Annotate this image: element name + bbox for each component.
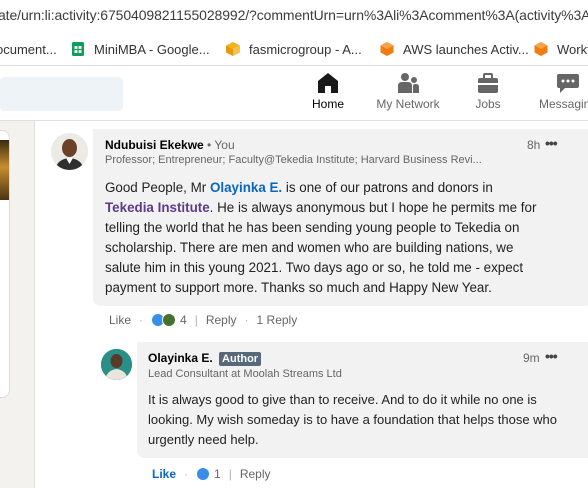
nav-jobs[interactable]: Jobs [448, 72, 528, 118]
comment-actions: Like · 1 | Reply [152, 467, 271, 481]
bookmark-fasmicrogroup[interactable]: fasmicrogroup - A... [225, 40, 362, 58]
mention-link[interactable]: Tekedia Institute [105, 200, 210, 215]
aws-icon [380, 42, 394, 56]
avatar[interactable] [51, 133, 88, 170]
nav-messaging[interactable]: Messaging [528, 72, 588, 118]
comment-author[interactable]: Olayinka E. [148, 351, 213, 365]
text-part: Good People, Mr [105, 180, 210, 195]
author-headline: Lead Consultant at Moolah Streams Ltd [148, 368, 342, 380]
more-options-icon[interactable]: ••• [545, 135, 558, 151]
reaction-count: 4 [180, 313, 187, 327]
url-text[interactable]: ate/urn:li:activity:6750409821155028992/… [0, 7, 588, 23]
more-options-icon[interactable]: ••• [545, 348, 558, 364]
profile-photo [101, 349, 132, 380]
reply-button[interactable]: Reply [206, 313, 237, 327]
comment-author-row: Ndubuisi Ekekwe • You [105, 138, 235, 152]
replies-count-link[interactable]: 1 Reply [257, 313, 298, 327]
comment-author[interactable]: Ndubuisi Ekekwe [105, 138, 204, 152]
address-bar[interactable]: ate/urn:li:activity:6750409821155028992/… [0, 0, 588, 30]
network-icon [398, 73, 419, 93]
comment-actions: Like · 4 | Reply · 1 Reply [109, 313, 297, 327]
comment-text: Good People, Mr Olayinka E. is one of ou… [105, 178, 545, 298]
mention-link[interactable]: Olayinka E. [210, 180, 282, 195]
separator: · [184, 467, 189, 481]
bookmark-label: AWS launches Activ... [403, 41, 529, 57]
avatar[interactable] [101, 349, 132, 380]
reaction-count: 1 [214, 467, 221, 481]
separator: · [139, 313, 144, 327]
nav-label: Jobs [475, 97, 501, 111]
nav-label: Home [311, 97, 344, 111]
sidebar-image [0, 140, 9, 200]
comment-time: 9m [523, 351, 540, 365]
nav-my-network[interactable]: My Network [368, 72, 448, 118]
comment-time: 8h [527, 138, 541, 152]
separator: | [228, 467, 232, 481]
like-button[interactable]: Like [109, 313, 131, 327]
bookmark-minimba[interactable]: MiniMBA - Google... [70, 40, 210, 58]
author-badge: Author [219, 352, 262, 366]
nav-home[interactable]: Home [288, 72, 368, 125]
author-headline: Professor; Entrepreneur; Faculty@Tekedia… [105, 154, 482, 166]
author-relation: • You [207, 138, 235, 152]
reactions-summary[interactable]: 1 [196, 467, 221, 481]
reply-author-row: Olayinka E. Author [148, 351, 262, 366]
aws-icon [534, 42, 548, 56]
profile-photo [51, 133, 88, 170]
nav-label: Messaging [538, 97, 588, 111]
bookmark-document[interactable]: ocument... [0, 40, 57, 58]
home-icon [318, 73, 338, 93]
bookmark-label: Workf [557, 41, 588, 57]
separator: | [194, 313, 198, 327]
like-reaction-icon [196, 467, 211, 481]
celebrate-reaction-icon [162, 313, 177, 327]
bookmark-workf[interactable]: Workf [533, 40, 588, 58]
chat-icon [557, 74, 579, 93]
nav-label: My Network [376, 97, 440, 111]
briefcase-icon [478, 73, 498, 93]
text-part: is one of our patrons and donors in [282, 180, 493, 195]
comment-text: It is always good to give than to receiv… [148, 392, 558, 447]
bookmark-label: fasmicrogroup - A... [249, 41, 362, 57]
reactions-summary[interactable]: 4 [151, 313, 187, 327]
separator: · [244, 313, 249, 327]
top-navigation: Home My Network Jobs Messaging [0, 66, 588, 125]
bookmark-label: MiniMBA - Google... [94, 41, 210, 57]
google-sheets-icon [72, 42, 84, 56]
like-button[interactable]: Like [152, 467, 176, 481]
bookmark-label: ocument... [0, 41, 57, 57]
box-icon [226, 42, 240, 56]
bookmark-aws[interactable]: AWS launches Activ... [379, 40, 529, 58]
reply-button[interactable]: Reply [240, 467, 271, 481]
bookmarks-bar: ocument... MiniMBA - Google... fasmicrog… [0, 30, 588, 66]
search-input[interactable] [0, 77, 123, 111]
